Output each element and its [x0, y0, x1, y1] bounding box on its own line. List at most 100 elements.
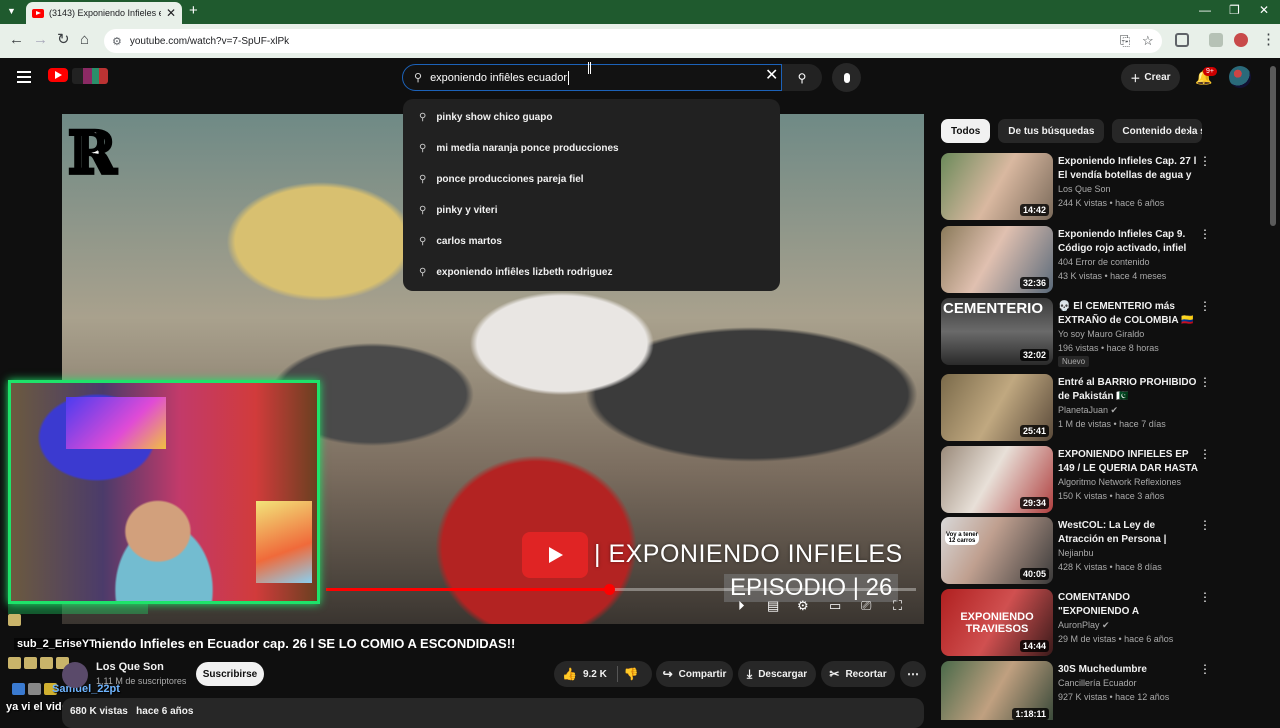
share-button[interactable]: ↪ Compartir [656, 661, 733, 687]
rec-channel[interactable]: Cancillería Ecuador [1058, 678, 1137, 688]
like-icon[interactable]: 👍 [562, 667, 577, 681]
settings-gear-icon[interactable]: ⚙ [797, 599, 809, 612]
video-thumbnail[interactable]: Voy a tener 12 carros 40:05 [941, 517, 1053, 584]
more-vertical-icon[interactable]: ⋮ [1199, 155, 1211, 167]
browser-menu-icon[interactable]: ⋮ [1261, 32, 1276, 47]
recommendation-item[interactable]: 1:18:11 30S Muchedumbre Cancillería Ecua… [941, 661, 1271, 720]
rec-channel[interactable]: Yo soy Mauro Giraldo [1058, 329, 1144, 339]
progress-bar[interactable] [326, 584, 916, 595]
home-icon[interactable]: ⌂ [80, 32, 89, 47]
rec-title[interactable]: 💀 El CEMENTERIO más EXTRAÑO de COLOMBIA … [1058, 300, 1198, 328]
chip-from-searches[interactable]: De tus búsquedas [998, 119, 1105, 143]
subtitles-icon[interactable]: ▤ [767, 599, 779, 612]
forward-icon[interactable]: → [33, 32, 48, 47]
like-count[interactable]: 9.2 K [583, 669, 607, 680]
video-thumbnail[interactable]: 14:42 [941, 153, 1053, 220]
youtube-doodle-logo[interactable] [72, 68, 108, 84]
window-close-icon[interactable]: ✕ [1259, 4, 1269, 16]
rec-channel[interactable]: Algoritmo Network Reflexiones [1058, 477, 1181, 487]
rec-channel[interactable]: Nejianbu [1058, 548, 1094, 558]
address-bar-row: ← → ↻ ⌂ ⚙ youtube.com/watch?v=7-SpUF-xlP… [0, 24, 1280, 58]
recommendation-item[interactable]: 14:42 Exponiendo Infieles Cap. 27 l El v… [941, 153, 1271, 221]
url-text[interactable]: youtube.com/watch?v=7-SpUF-xlPk [130, 36, 289, 47]
extension-icon[interactable] [1209, 33, 1223, 47]
bookmark-star-icon[interactable]: ☆ [1142, 33, 1154, 49]
more-vertical-icon[interactable]: ⋮ [1199, 376, 1211, 388]
search-query-text[interactable]: exponiendo infiêles ecuador [430, 72, 567, 84]
more-vertical-icon[interactable]: ⋮ [1199, 591, 1211, 603]
hamburger-menu-icon[interactable] [17, 71, 31, 83]
voice-search-button[interactable] [832, 63, 861, 92]
recommendation-item[interactable]: EXPONIENDO TRAVIESOS 14:44 COMENTANDO "E… [941, 589, 1271, 657]
tab-search-icon[interactable]: ▼ [7, 6, 16, 16]
video-thumbnail[interactable]: EXPONIENDO TRAVIESOS 14:44 [941, 589, 1053, 656]
browser-tab[interactable]: (3143) Exponiendo Infieles en Ecuador ca… [26, 2, 182, 24]
suggestion-item[interactable]: ⚲ pinky show chico guapo [403, 102, 780, 133]
video-thumbnail[interactable]: CEMENTERIO 32:02 [941, 298, 1053, 365]
new-tab-button[interactable]: + [189, 3, 198, 18]
recommendation-item[interactable]: 29:34 EXPONIENDO INFIELES EP 149 / LE QU… [941, 446, 1271, 514]
stream-glow-bar [8, 604, 148, 614]
search-input[interactable]: ⚲ exponiendo infiêles ecuador ✕ [402, 64, 782, 91]
more-vertical-icon[interactable]: ⋮ [1199, 663, 1211, 675]
create-button[interactable]: ＋ Crear [1121, 64, 1180, 91]
youtube-logo-icon[interactable] [48, 68, 68, 82]
search-button[interactable]: ⚲ [782, 64, 822, 91]
more-vertical-icon[interactable]: ⋮ [1199, 448, 1211, 460]
back-icon[interactable]: ← [9, 32, 24, 47]
dislike-icon[interactable]: 👎 [624, 667, 639, 681]
rec-channel[interactable]: PlanetaJuan ✔ [1058, 405, 1118, 416]
suggestion-item[interactable]: ⚲ exponiendo infiêles lizbeth rodriguez [403, 257, 780, 288]
cast-icon[interactable]: ⎚ [861, 599, 871, 612]
rec-title[interactable]: Entré al BARRIO PROHIBIDO de Pakistán 🇵🇰 [1058, 376, 1198, 404]
suggestion-item[interactable]: ⚲ pinky y viteri [403, 195, 780, 226]
video-thumbnail[interactable]: 29:34 [941, 446, 1053, 513]
site-info-icon[interactable]: ⚙ [112, 35, 122, 48]
recommendation-item[interactable]: Voy a tener 12 carros 40:05 WestCOL: La … [941, 517, 1271, 585]
suggestion-item[interactable]: ⚲ mi media naranja ponce producciones [403, 133, 780, 164]
progress-scrubber-handle[interactable] [604, 584, 616, 595]
rec-channel[interactable]: AuronPlay ✔ [1058, 620, 1110, 631]
channel-avatar[interactable] [62, 662, 88, 688]
clear-search-icon[interactable]: ✕ [765, 68, 778, 84]
recommendation-item[interactable]: 25:41 Entré al BARRIO PROHIBIDO de Pakis… [941, 374, 1271, 442]
video-thumbnail[interactable]: 25:41 [941, 374, 1053, 441]
tab-close-icon[interactable]: ✕ [166, 7, 176, 19]
rec-title[interactable]: COMENTANDO "EXPONIENDO A TRAVIESOS" [1058, 591, 1198, 619]
profile-icon[interactable] [1234, 33, 1248, 47]
more-vertical-icon[interactable]: ⋮ [1199, 228, 1211, 240]
suggestion-item[interactable]: ⚲ ponce producciones pareja fiel [403, 164, 780, 195]
rec-title[interactable]: Exponiendo Infieles Cap 9. Código rojo a… [1058, 228, 1198, 256]
recommendation-item[interactable]: 32:36 Exponiendo Infieles Cap 9. Código … [941, 226, 1271, 294]
rec-title[interactable]: 30S Muchedumbre [1058, 663, 1198, 677]
channel-name[interactable]: Los Que Son [96, 661, 164, 673]
minimize-icon[interactable]: — [1199, 4, 1211, 16]
recommendation-item[interactable]: CEMENTERIO 32:02 💀 El CEMENTERIO más EXT… [941, 298, 1271, 367]
autoplay-toggle-icon[interactable]: ⏵ [738, 599, 745, 612]
page-scrollbar[interactable] [1270, 66, 1276, 226]
install-app-icon[interactable]: ⎘ [1120, 33, 1130, 49]
restore-icon[interactable]: ❐ [1229, 4, 1240, 16]
rec-title[interactable]: Exponiendo Infieles Cap. 27 l El vendía … [1058, 155, 1198, 183]
theater-mode-icon[interactable]: ▭ [829, 599, 841, 612]
fullscreen-icon[interactable]: ⛶ [893, 599, 902, 612]
more-vertical-icon[interactable]: ⋮ [1199, 519, 1211, 531]
rec-channel[interactable]: Los Que Son [1058, 184, 1111, 194]
extensions-icon[interactable] [1175, 33, 1189, 47]
video-thumbnail[interactable]: 1:18:11 [941, 661, 1053, 720]
more-vertical-icon[interactable]: ⋮ [1199, 300, 1211, 312]
chevron-right-icon[interactable]: › [1186, 123, 1190, 138]
more-actions-button[interactable]: ⋯ [900, 661, 926, 687]
video-thumbnail[interactable]: 32:36 [941, 226, 1053, 293]
chip-all[interactable]: Todos [941, 119, 991, 143]
rec-title[interactable]: WestCOL: La Ley de Atracción en Persona … [1058, 519, 1198, 547]
download-button[interactable]: ⤓ Descargar [738, 661, 816, 687]
suggestion-item[interactable]: ⚲ carlos martos [403, 226, 780, 257]
rec-channel[interactable]: 404 Error de contenido [1058, 257, 1150, 267]
clip-button[interactable]: ✂ Recortar [821, 661, 895, 687]
subscribe-button[interactable]: Suscribirse [196, 662, 264, 686]
account-avatar[interactable] [1229, 66, 1251, 88]
reload-icon[interactable]: ↻ [57, 32, 70, 47]
rec-title[interactable]: EXPONIENDO INFIELES EP 149 / LE QUERIA D… [1058, 448, 1198, 476]
omnibox[interactable]: ⚙ youtube.com/watch?v=7-SpUF-xlPk ⎘ ☆ [104, 29, 1162, 53]
